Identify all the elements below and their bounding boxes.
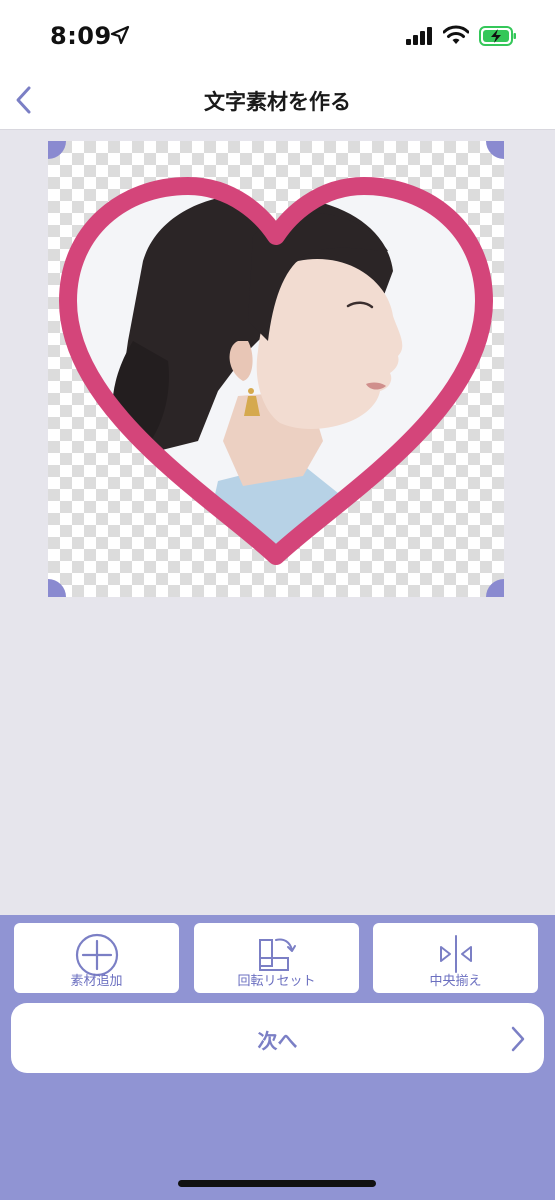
next-button[interactable]: 次へ <box>11 1003 544 1073</box>
editor-canvas <box>0 131 555 915</box>
status-bar: 8:09 <box>0 0 555 72</box>
add-material-button[interactable]: 素材追加 <box>14 923 179 993</box>
page-title: 文字素材を作る <box>204 90 351 114</box>
chevron-right-icon <box>511 1026 525 1052</box>
rotate-reset-button[interactable]: 回転リセット <box>194 923 359 993</box>
status-time: 8:09 <box>50 22 112 50</box>
add-material-label: 素材追加 <box>70 974 123 989</box>
navigation-bar: 文字素材を作る <box>0 72 555 130</box>
material-frame[interactable] <box>48 141 504 597</box>
center-align-label: 中央揃え <box>429 974 482 989</box>
rotate-reset-label: 回転リセット <box>237 974 316 989</box>
home-indicator[interactable] <box>178 1180 376 1187</box>
signal-icon <box>406 27 432 45</box>
wifi-icon <box>443 25 469 44</box>
bottom-toolbar: 素材追加 回転リセット 中央揃え 次へ <box>0 915 555 1200</box>
heart-photo-material[interactable] <box>48 141 504 597</box>
battery-charging-icon <box>479 26 516 46</box>
next-label: 次へ <box>257 1029 298 1053</box>
location-arrow-icon <box>110 25 130 45</box>
center-align-button[interactable]: 中央揃え <box>373 923 538 993</box>
